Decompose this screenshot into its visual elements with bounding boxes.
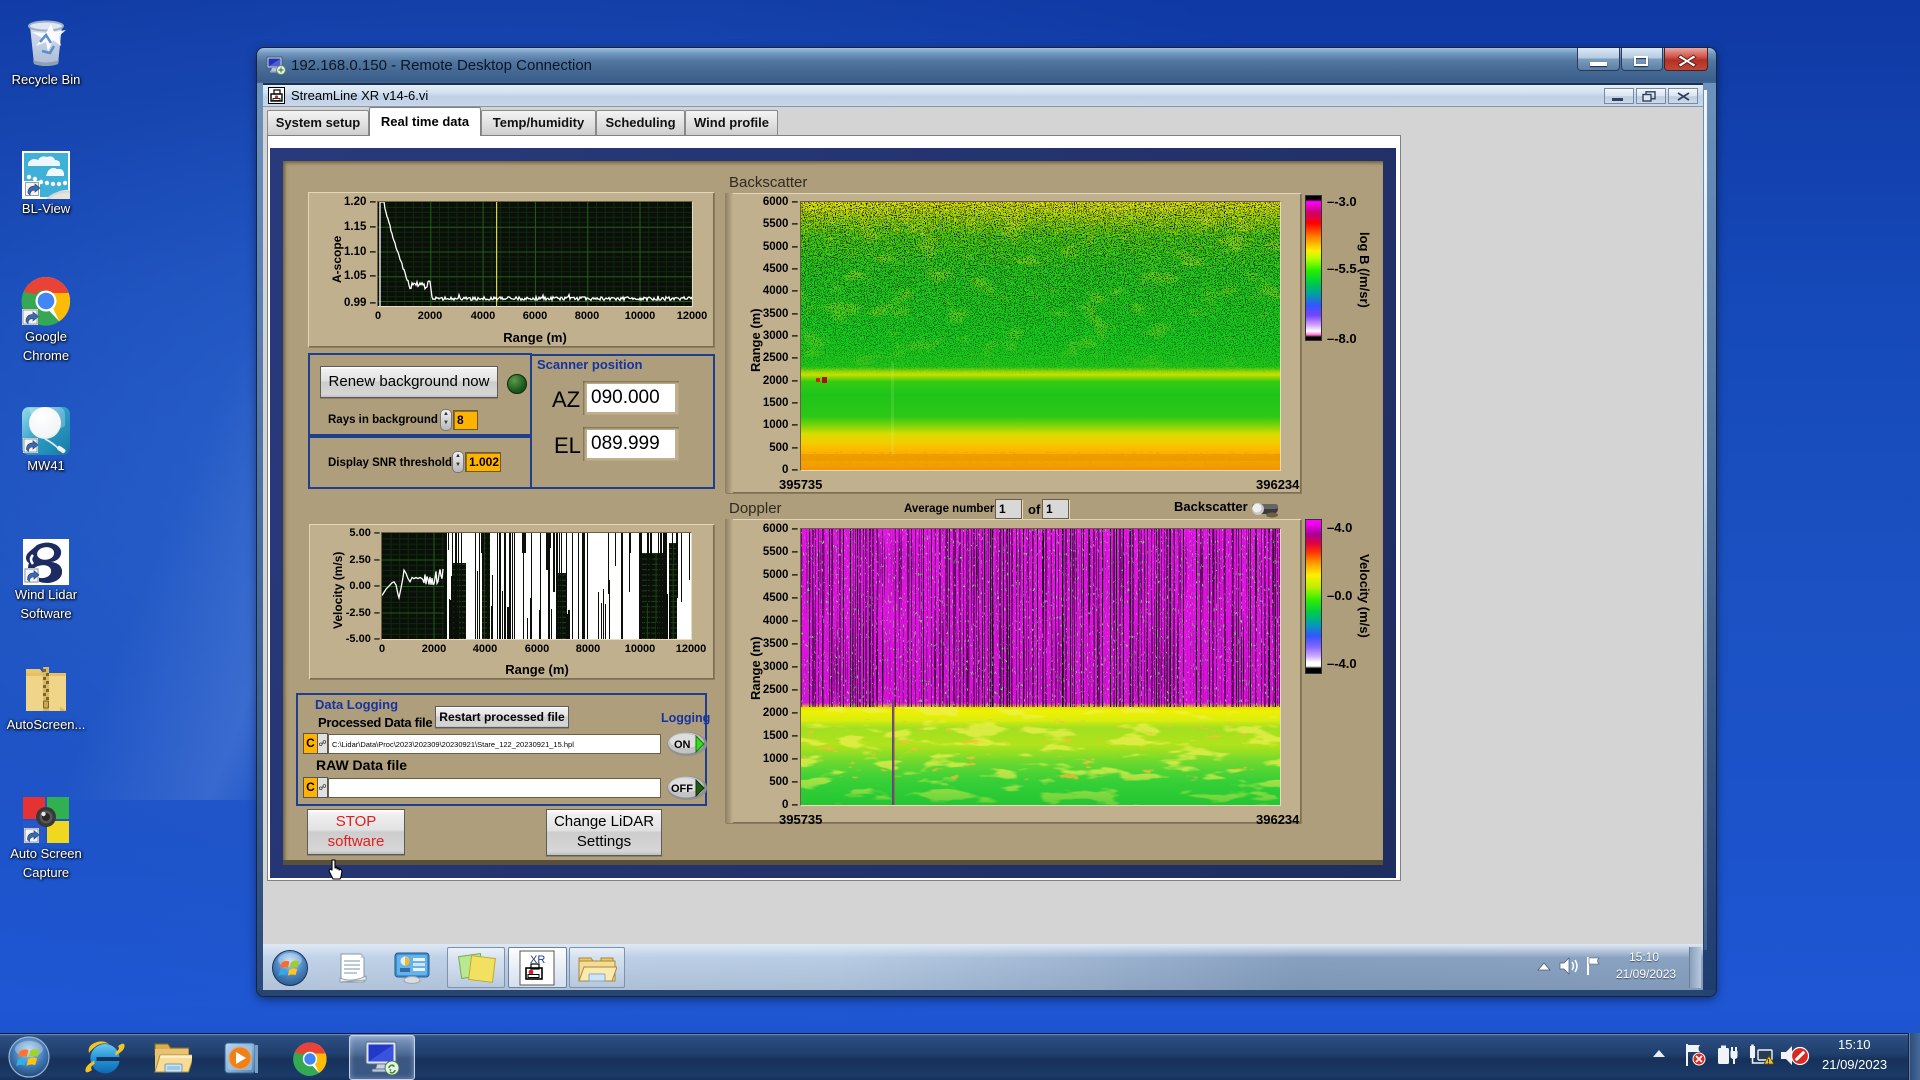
svg-text:!: !	[1767, 1060, 1769, 1066]
svg-text:ON: ON	[674, 739, 691, 751]
svg-text:OFF: OFF	[671, 783, 693, 795]
